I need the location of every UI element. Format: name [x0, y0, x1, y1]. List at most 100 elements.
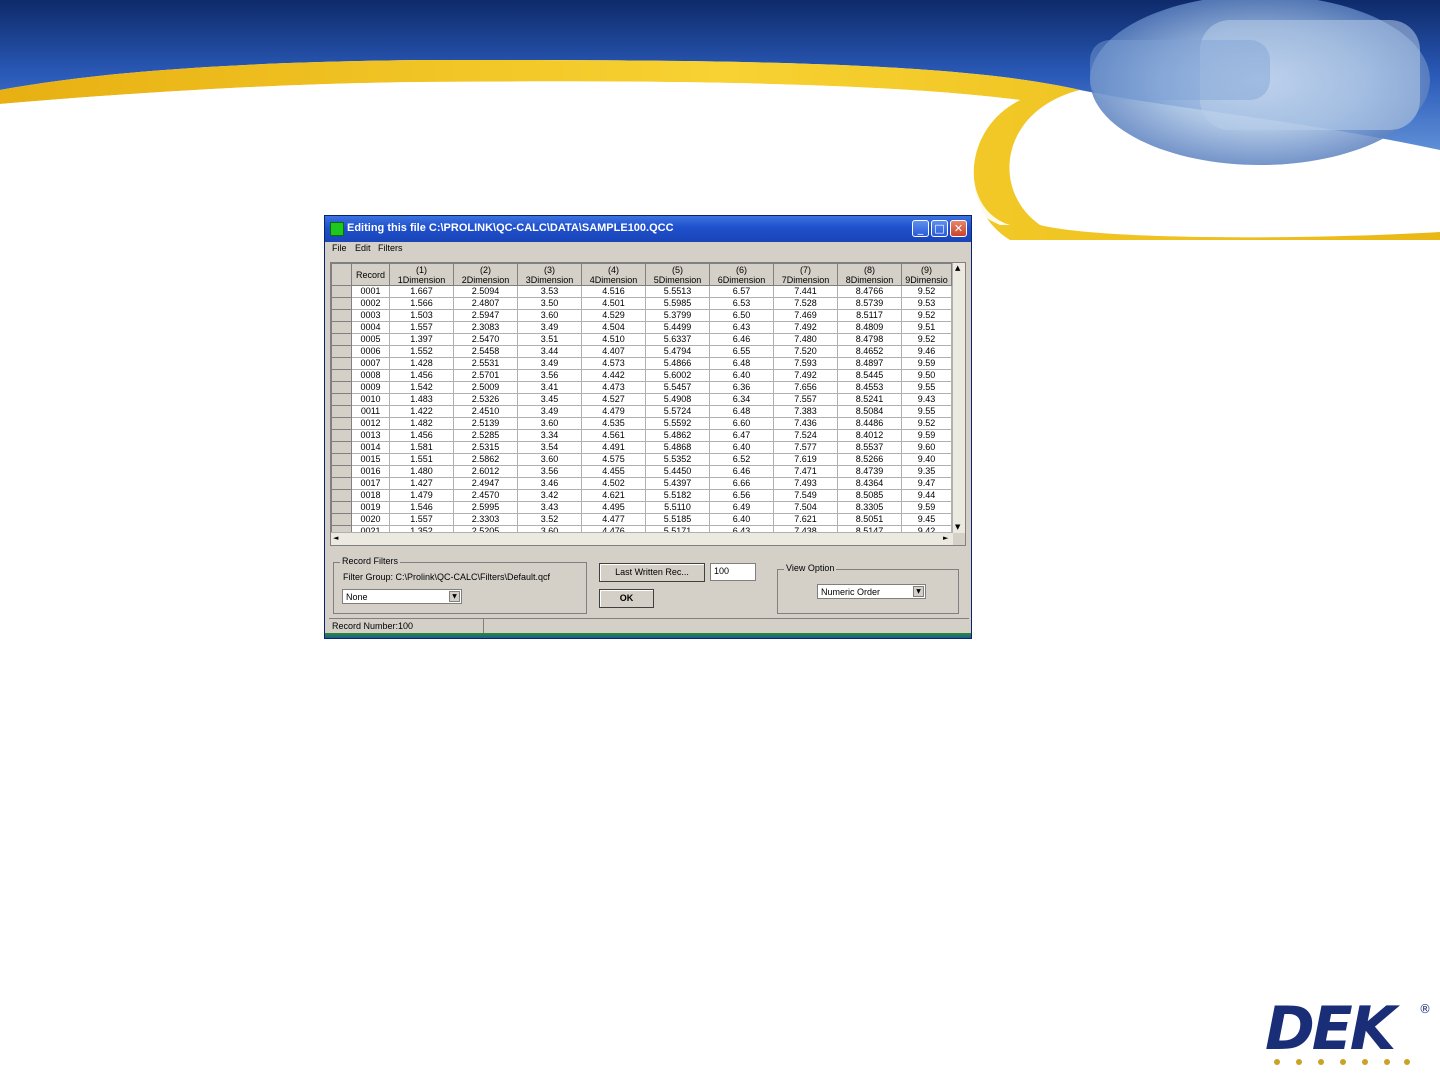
- value-cell[interactable]: 8.3305: [837, 501, 902, 514]
- value-cell[interactable]: 5.4866: [645, 357, 710, 370]
- value-cell[interactable]: 5.4397: [645, 477, 710, 490]
- value-cell[interactable]: 1.581: [389, 441, 454, 454]
- value-cell[interactable]: 2.5315: [453, 441, 518, 454]
- table-row[interactable]: 0014 1.581 2.5315 3.54 4.491 5.4868 6.40 7.577 8…: [331, 441, 952, 454]
- table-row[interactable]: 0010 1.483 2.5326 3.45 4.527 5.4908 6.34 7.557 8…: [331, 393, 952, 406]
- table-row[interactable]: 0009 1.542 2.5009 3.41 4.473 5.5457 6.36 7.656 8…: [331, 381, 952, 394]
- table-row[interactable]: 0017 1.427 2.4947 3.46 4.502 5.4397 6.66 7.493 8…: [331, 477, 952, 490]
- record-cell[interactable]: 0014: [351, 441, 390, 454]
- value-cell[interactable]: 7.469: [773, 309, 838, 322]
- value-cell[interactable]: 2.4510: [453, 405, 518, 418]
- close-button[interactable]: ✕: [950, 220, 967, 237]
- value-cell[interactable]: 8.4652: [837, 345, 902, 358]
- value-cell[interactable]: 1.551: [389, 453, 454, 466]
- value-cell[interactable]: 8.5085: [837, 489, 902, 502]
- value-cell[interactable]: 2.6012: [453, 465, 518, 478]
- value-cell[interactable]: 5.5592: [645, 417, 710, 430]
- value-cell[interactable]: 6.56: [709, 489, 774, 502]
- value-cell[interactable]: 8.5084: [837, 405, 902, 418]
- row-selector[interactable]: [331, 309, 352, 322]
- value-cell[interactable]: 7.492: [773, 321, 838, 334]
- value-cell[interactable]: 9.52: [901, 309, 952, 322]
- data-grid[interactable]: Record (1) 1Dimension (2) 2Dimension (3) 3Dime…: [330, 262, 966, 546]
- value-cell[interactable]: 6.57: [709, 285, 774, 298]
- value-cell[interactable]: 7.471: [773, 465, 838, 478]
- value-cell[interactable]: 2.3303: [453, 513, 518, 526]
- row-selector[interactable]: [331, 381, 352, 394]
- value-cell[interactable]: 9.60: [901, 441, 952, 454]
- value-cell[interactable]: 6.52: [709, 453, 774, 466]
- value-cell[interactable]: 3.49: [517, 357, 582, 370]
- value-cell[interactable]: 1.566: [389, 297, 454, 310]
- row-selector[interactable]: [331, 441, 352, 454]
- record-cell[interactable]: 0010: [351, 393, 390, 406]
- value-cell[interactable]: 6.60: [709, 417, 774, 430]
- record-cell[interactable]: 0013: [351, 429, 390, 442]
- menu-file[interactable]: File: [332, 243, 347, 253]
- value-cell[interactable]: 4.442: [581, 369, 646, 382]
- column-header[interactable]: (6) 6Dimension: [709, 263, 774, 286]
- table-row[interactable]: 0018 1.479 2.4570 3.42 4.621 5.5182 6.56 7.549 8…: [331, 489, 952, 502]
- value-cell[interactable]: 1.456: [389, 429, 454, 442]
- value-cell[interactable]: 5.4868: [645, 441, 710, 454]
- value-cell[interactable]: 9.59: [901, 429, 952, 442]
- value-cell[interactable]: 1.667: [389, 285, 454, 298]
- value-cell[interactable]: 7.656: [773, 381, 838, 394]
- value-cell[interactable]: 3.41: [517, 381, 582, 394]
- value-cell[interactable]: 8.5117: [837, 309, 902, 322]
- value-cell[interactable]: 5.5182: [645, 489, 710, 502]
- maximize-button[interactable]: □: [931, 220, 948, 237]
- value-cell[interactable]: 8.4486: [837, 417, 902, 430]
- menu-edit[interactable]: Edit: [355, 243, 371, 253]
- view-option-select[interactable]: Numeric Order ▼: [817, 584, 926, 599]
- value-cell[interactable]: 7.557: [773, 393, 838, 406]
- value-cell[interactable]: 9.44: [901, 489, 952, 502]
- column-header[interactable]: (8) 8Dimension: [837, 263, 902, 286]
- record-cell[interactable]: 0016: [351, 465, 390, 478]
- value-cell[interactable]: 2.5326: [453, 393, 518, 406]
- value-cell[interactable]: 7.577: [773, 441, 838, 454]
- value-cell[interactable]: 1.427: [389, 477, 454, 490]
- row-selector[interactable]: [331, 393, 352, 406]
- value-cell[interactable]: 2.5995: [453, 501, 518, 514]
- value-cell[interactable]: 6.55: [709, 345, 774, 358]
- table-row[interactable]: 0007 1.428 2.5531 3.49 4.573 5.4866 6.48 7.593 8…: [331, 357, 952, 370]
- title-bar[interactable]: Editing this file C:\PROLINK\QC-CALC\DAT…: [325, 216, 971, 242]
- ok-button[interactable]: OK: [599, 589, 654, 608]
- record-cell[interactable]: 0012: [351, 417, 390, 430]
- last-written-record-button[interactable]: Last Written Rec...: [599, 563, 705, 582]
- row-selector[interactable]: [331, 465, 352, 478]
- value-cell[interactable]: 4.407: [581, 345, 646, 358]
- value-cell[interactable]: 9.52: [901, 285, 952, 298]
- value-cell[interactable]: 7.528: [773, 297, 838, 310]
- record-cell[interactable]: 0004: [351, 321, 390, 334]
- value-cell[interactable]: 6.43: [709, 321, 774, 334]
- value-cell[interactable]: 1.546: [389, 501, 454, 514]
- value-cell[interactable]: 4.561: [581, 429, 646, 442]
- value-cell[interactable]: 4.621: [581, 489, 646, 502]
- value-cell[interactable]: 5.5457: [645, 381, 710, 394]
- value-cell[interactable]: 7.593: [773, 357, 838, 370]
- column-header[interactable]: (7) 7Dimension: [773, 263, 838, 286]
- column-header[interactable]: (9) 9Dimensio: [901, 263, 952, 286]
- value-cell[interactable]: 3.60: [517, 453, 582, 466]
- table-row[interactable]: 0016 1.480 2.6012 3.56 4.455 5.4450 6.46 7.471 8…: [331, 465, 952, 478]
- value-cell[interactable]: 6.50: [709, 309, 774, 322]
- value-cell[interactable]: 9.55: [901, 381, 952, 394]
- table-row[interactable]: 0011 1.422 2.4510 3.49 4.479 5.5724 6.48 7.383 8…: [331, 405, 952, 418]
- value-cell[interactable]: 6.66: [709, 477, 774, 490]
- row-selector[interactable]: [331, 357, 352, 370]
- row-selector[interactable]: [331, 321, 352, 334]
- value-cell[interactable]: 7.504: [773, 501, 838, 514]
- value-cell[interactable]: 1.428: [389, 357, 454, 370]
- column-header[interactable]: (3) 3Dimension: [517, 263, 582, 286]
- value-cell[interactable]: 4.491: [581, 441, 646, 454]
- table-row[interactable]: 0020 1.557 2.3303 3.52 4.477 5.5185 6.40 7.621 8…: [331, 513, 952, 526]
- value-cell[interactable]: 5.6337: [645, 333, 710, 346]
- value-cell[interactable]: 1.422: [389, 405, 454, 418]
- record-cell[interactable]: 0015: [351, 453, 390, 466]
- value-cell[interactable]: 2.5139: [453, 417, 518, 430]
- menu-filters[interactable]: Filters: [378, 243, 403, 253]
- value-cell[interactable]: 6.36: [709, 381, 774, 394]
- value-cell[interactable]: 3.42: [517, 489, 582, 502]
